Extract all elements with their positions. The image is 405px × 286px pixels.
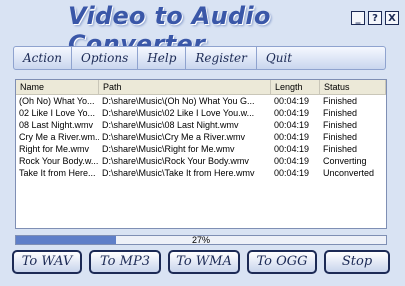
cell-name: 02 Like I Love Yo... (19, 108, 96, 118)
menu-options[interactable]: Options (72, 47, 139, 69)
menu-bar: Action Options Help Register Quit (13, 46, 386, 70)
close-button[interactable]: X (385, 11, 399, 25)
progress-bar: 27% (15, 235, 387, 245)
cell-length: 00:04:19 (274, 96, 310, 106)
cell-status: Finished (323, 108, 358, 118)
cell-name: (Oh No) What Yo... (19, 96, 95, 106)
cell-name: Take It from Here... (19, 168, 96, 178)
table-row[interactable]: Right for Me.wmv D:\share\Music\Right for… (16, 143, 386, 155)
stop-button[interactable]: Stop (324, 250, 390, 274)
cell-length: 00:04:19 (274, 120, 310, 130)
table-row[interactable]: Take It from Here... D:\share\Music\Take … (16, 167, 386, 179)
list-header: Name Path Length Status (16, 80, 386, 95)
cell-status: Finished (323, 96, 358, 106)
minimize-button[interactable]: _ (351, 11, 365, 25)
cell-name: 08 Last Night.wmv (19, 120, 94, 130)
to-wma-button[interactable]: To WMA (168, 250, 240, 274)
list-rows: (Oh No) What Yo... D:\share\Music\(Oh No)… (16, 95, 386, 179)
help-button[interactable]: ? (368, 11, 382, 25)
cell-name: Cry Me a River.wm... (19, 132, 99, 142)
cell-length: 00:04:19 (274, 156, 310, 166)
column-header-length[interactable]: Length (271, 80, 320, 94)
column-header-path[interactable]: Path (99, 80, 271, 94)
cell-status: Finished (323, 144, 358, 154)
cell-path: D:\share\Music\Rock Your Body.wmv (102, 156, 249, 166)
cell-status: Finished (323, 120, 358, 130)
to-mp3-button[interactable]: To MP3 (89, 250, 161, 274)
menu-register[interactable]: Register (186, 47, 257, 69)
cell-length: 00:04:19 (274, 144, 310, 154)
table-row[interactable]: Cry Me a River.wm... D:\share\Music\Cry M… (16, 131, 386, 143)
cell-name: Right for Me.wmv (19, 144, 90, 154)
cell-length: 00:04:19 (274, 108, 310, 118)
column-header-status[interactable]: Status (320, 80, 386, 94)
menu-help[interactable]: Help (138, 47, 187, 69)
cell-status: Converting (323, 156, 367, 166)
cell-status: Finished (323, 132, 358, 142)
cell-path: D:\share\Music\Take It from Here.wmv (102, 168, 255, 178)
window-controls: _ ? X (351, 11, 399, 25)
table-row[interactable]: 08 Last Night.wmv D:\share\Music\08 Last … (16, 119, 386, 131)
cell-name: Rock Your Body.w... (19, 156, 99, 166)
menu-quit[interactable]: Quit (257, 47, 301, 69)
to-ogg-button[interactable]: To OGG (247, 250, 317, 274)
cell-length: 00:04:19 (274, 132, 310, 142)
cell-length: 00:04:19 (274, 168, 310, 178)
table-row[interactable]: (Oh No) What Yo... D:\share\Music\(Oh No)… (16, 95, 386, 107)
cell-path: D:\share\Music\02 Like I Love You.w... (102, 108, 255, 118)
cell-path: D:\share\Music\Cry Me a River.wmv (102, 132, 246, 142)
cell-status: Unconverted (323, 168, 375, 178)
file-list[interactable]: Name Path Length Status (Oh No) What Yo.… (15, 79, 387, 229)
menu-action[interactable]: Action (14, 47, 72, 69)
cell-path: D:\share\Music\08 Last Night.wmv (102, 120, 239, 130)
to-wav-button[interactable]: To WAV (12, 250, 82, 274)
progress-label: 27% (191, 235, 210, 245)
table-row[interactable]: Rock Your Body.w... D:\share\Music\Rock Y… (16, 155, 386, 167)
cell-path: D:\share\Music\(Oh No) What You G... (102, 96, 255, 106)
table-row[interactable]: 02 Like I Love Yo... D:\share\Music\02 Li… (16, 107, 386, 119)
cell-path: D:\share\Music\Right for Me.wmv (102, 144, 235, 154)
column-header-name[interactable]: Name (16, 80, 99, 94)
